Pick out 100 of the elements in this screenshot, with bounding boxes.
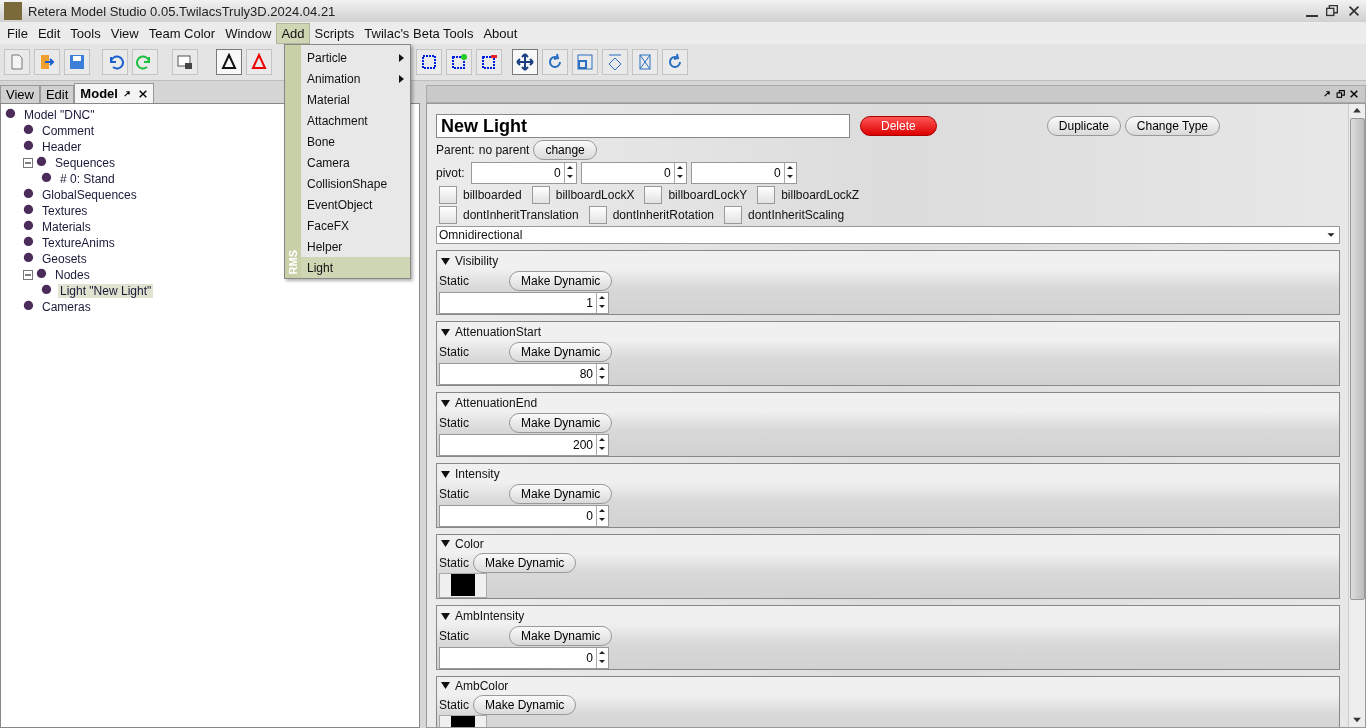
scrollbar[interactable] <box>1348 104 1365 727</box>
menu-item[interactable]: Helper <box>301 236 410 257</box>
number-spinner[interactable]: 0 <box>439 647 609 669</box>
checkbox[interactable] <box>531 186 550 204</box>
light-type-dropdown[interactable]: Omnidirectional <box>436 226 1340 244</box>
collapse-triangle-icon[interactable] <box>441 327 450 337</box>
spin-down-icon[interactable] <box>597 373 607 382</box>
checkbox[interactable] <box>644 186 663 204</box>
undock-icon <box>1323 89 1333 99</box>
toolbar-button[interactable] <box>172 49 198 75</box>
tree-item[interactable]: Sequences <box>53 156 118 170</box>
change-button[interactable]: change <box>533 140 597 160</box>
checkbox[interactable] <box>724 206 743 224</box>
make-dynamic-button[interactable]: Make Dynamic <box>509 484 613 504</box>
menu-item[interactable]: Particle <box>301 47 410 68</box>
number-spinner[interactable]: 80 <box>439 363 609 385</box>
menu-item[interactable]: Attachment <box>301 110 410 131</box>
collapse-triangle-icon[interactable] <box>441 539 450 549</box>
toolbar-button[interactable] <box>416 49 442 75</box>
triangle-pen-icon <box>220 53 238 71</box>
checkbox[interactable] <box>588 206 607 224</box>
menu-item[interactable]: Camera <box>301 152 410 173</box>
menu-item[interactable]: Team Color <box>143 22 221 44</box>
number-spinner[interactable]: 0 <box>690 162 797 184</box>
checkbox[interactable] <box>757 186 776 204</box>
panel-tab[interactable]: Edit <box>39 85 75 103</box>
spin-down-icon[interactable] <box>597 657 607 666</box>
menu-item[interactable]: FaceFX <box>301 215 410 236</box>
undock-icon <box>122 88 133 99</box>
toolbar-button[interactable] <box>446 49 472 75</box>
collapse-triangle-icon[interactable] <box>441 681 450 691</box>
section-title: AttenuationStart <box>455 325 542 339</box>
tree-item[interactable]: Nodes <box>53 268 92 282</box>
menu-item[interactable]: Animation <box>301 68 410 89</box>
number-spinner[interactable]: 1 <box>439 292 609 314</box>
number-spinner[interactable]: 200 <box>439 434 609 456</box>
collapse-icon[interactable] <box>23 270 33 280</box>
toolbar-button[interactable] <box>216 49 242 75</box>
make-dynamic-button[interactable]: Make Dynamic <box>473 694 577 715</box>
make-dynamic-button[interactable]: Make Dynamic <box>509 342 613 362</box>
tree-item[interactable]: Header <box>40 140 84 154</box>
tree-item[interactable]: GlobalSequences <box>40 188 139 202</box>
change-type-button[interactable]: Change Type <box>1124 116 1220 136</box>
make-dynamic-button[interactable]: Make Dynamic <box>509 626 613 646</box>
spin-down-icon[interactable] <box>597 515 607 524</box>
spin-up-icon[interactable] <box>597 435 607 444</box>
collapse-triangle-icon[interactable] <box>441 469 450 479</box>
menu-item[interactable]: File <box>2 22 33 44</box>
make-dynamic-button[interactable]: Make Dynamic <box>509 413 613 433</box>
menu-item[interactable]: EventObject <box>301 194 410 215</box>
panel-tab[interactable]: View <box>0 85 40 103</box>
make-dynamic-button[interactable]: Make Dynamic <box>509 271 613 291</box>
toolbar-button[interactable] <box>476 49 502 75</box>
tree-item[interactable]: # 0: Stand <box>58 172 117 186</box>
name-field[interactable]: New Light <box>436 114 850 138</box>
menu-item[interactable]: Bone <box>301 131 410 152</box>
tree-item[interactable]: Comment <box>40 124 96 138</box>
menu-item[interactable]: Light <box>301 257 410 278</box>
spin-up-icon[interactable] <box>597 293 607 302</box>
menu-item[interactable]: Edit <box>32 22 66 44</box>
tree-item[interactable]: Light "New Light" <box>58 284 154 298</box>
spin-up-icon[interactable] <box>597 506 607 515</box>
tree-item[interactable]: Cameras <box>40 300 93 314</box>
make-dynamic-button[interactable]: Make Dynamic <box>473 552 577 573</box>
panel-tab[interactable]: Model <box>74 83 154 103</box>
spin-up-icon[interactable] <box>597 648 607 657</box>
spin-down-icon[interactable] <box>597 302 607 311</box>
spin-down-icon[interactable] <box>597 444 607 453</box>
duplicate-button[interactable]: Duplicate <box>1046 116 1121 136</box>
section-title: Intensity <box>455 467 500 481</box>
collapse-icon[interactable] <box>23 158 33 168</box>
color-swatch-button[interactable] <box>439 572 487 598</box>
tree-item[interactable]: Model "DNC" <box>22 108 97 122</box>
checkbox[interactable] <box>439 206 457 224</box>
menu-item[interactable]: Twilac's Beta Tools <box>359 22 479 44</box>
collapse-triangle-icon[interactable] <box>441 398 450 408</box>
spin-up-icon[interactable] <box>597 364 607 373</box>
menu-item[interactable]: Add <box>276 22 310 44</box>
menu-item[interactable]: Material <box>301 89 410 110</box>
app-logo-icon <box>4 2 22 20</box>
number-spinner[interactable]: 0 <box>580 162 687 184</box>
tree-item[interactable]: Geosets <box>40 252 89 266</box>
menu-item[interactable]: Scripts <box>309 22 360 44</box>
menu-item[interactable]: About <box>478 22 523 44</box>
restore-icon <box>1336 89 1346 99</box>
tree-item[interactable]: TextureAnims <box>40 236 117 250</box>
delete-button[interactable]: Delete <box>860 116 937 136</box>
menu-item[interactable]: Tools <box>65 22 106 44</box>
checkbox[interactable] <box>439 186 457 204</box>
tree-item[interactable]: Materials <box>40 220 93 234</box>
menu-item[interactable]: View <box>105 22 144 44</box>
toolbar-button[interactable] <box>512 49 538 75</box>
menu-item[interactable]: CollisionShape <box>301 173 410 194</box>
menu-item[interactable]: Window <box>220 22 277 44</box>
scroll-thumb[interactable] <box>1349 118 1365 600</box>
tree-item[interactable]: Textures <box>40 204 90 218</box>
collapse-triangle-icon[interactable] <box>441 611 450 621</box>
collapse-triangle-icon[interactable] <box>441 256 450 266</box>
number-spinner[interactable]: 0 <box>439 505 609 527</box>
number-spinner[interactable]: 0 <box>470 162 577 184</box>
